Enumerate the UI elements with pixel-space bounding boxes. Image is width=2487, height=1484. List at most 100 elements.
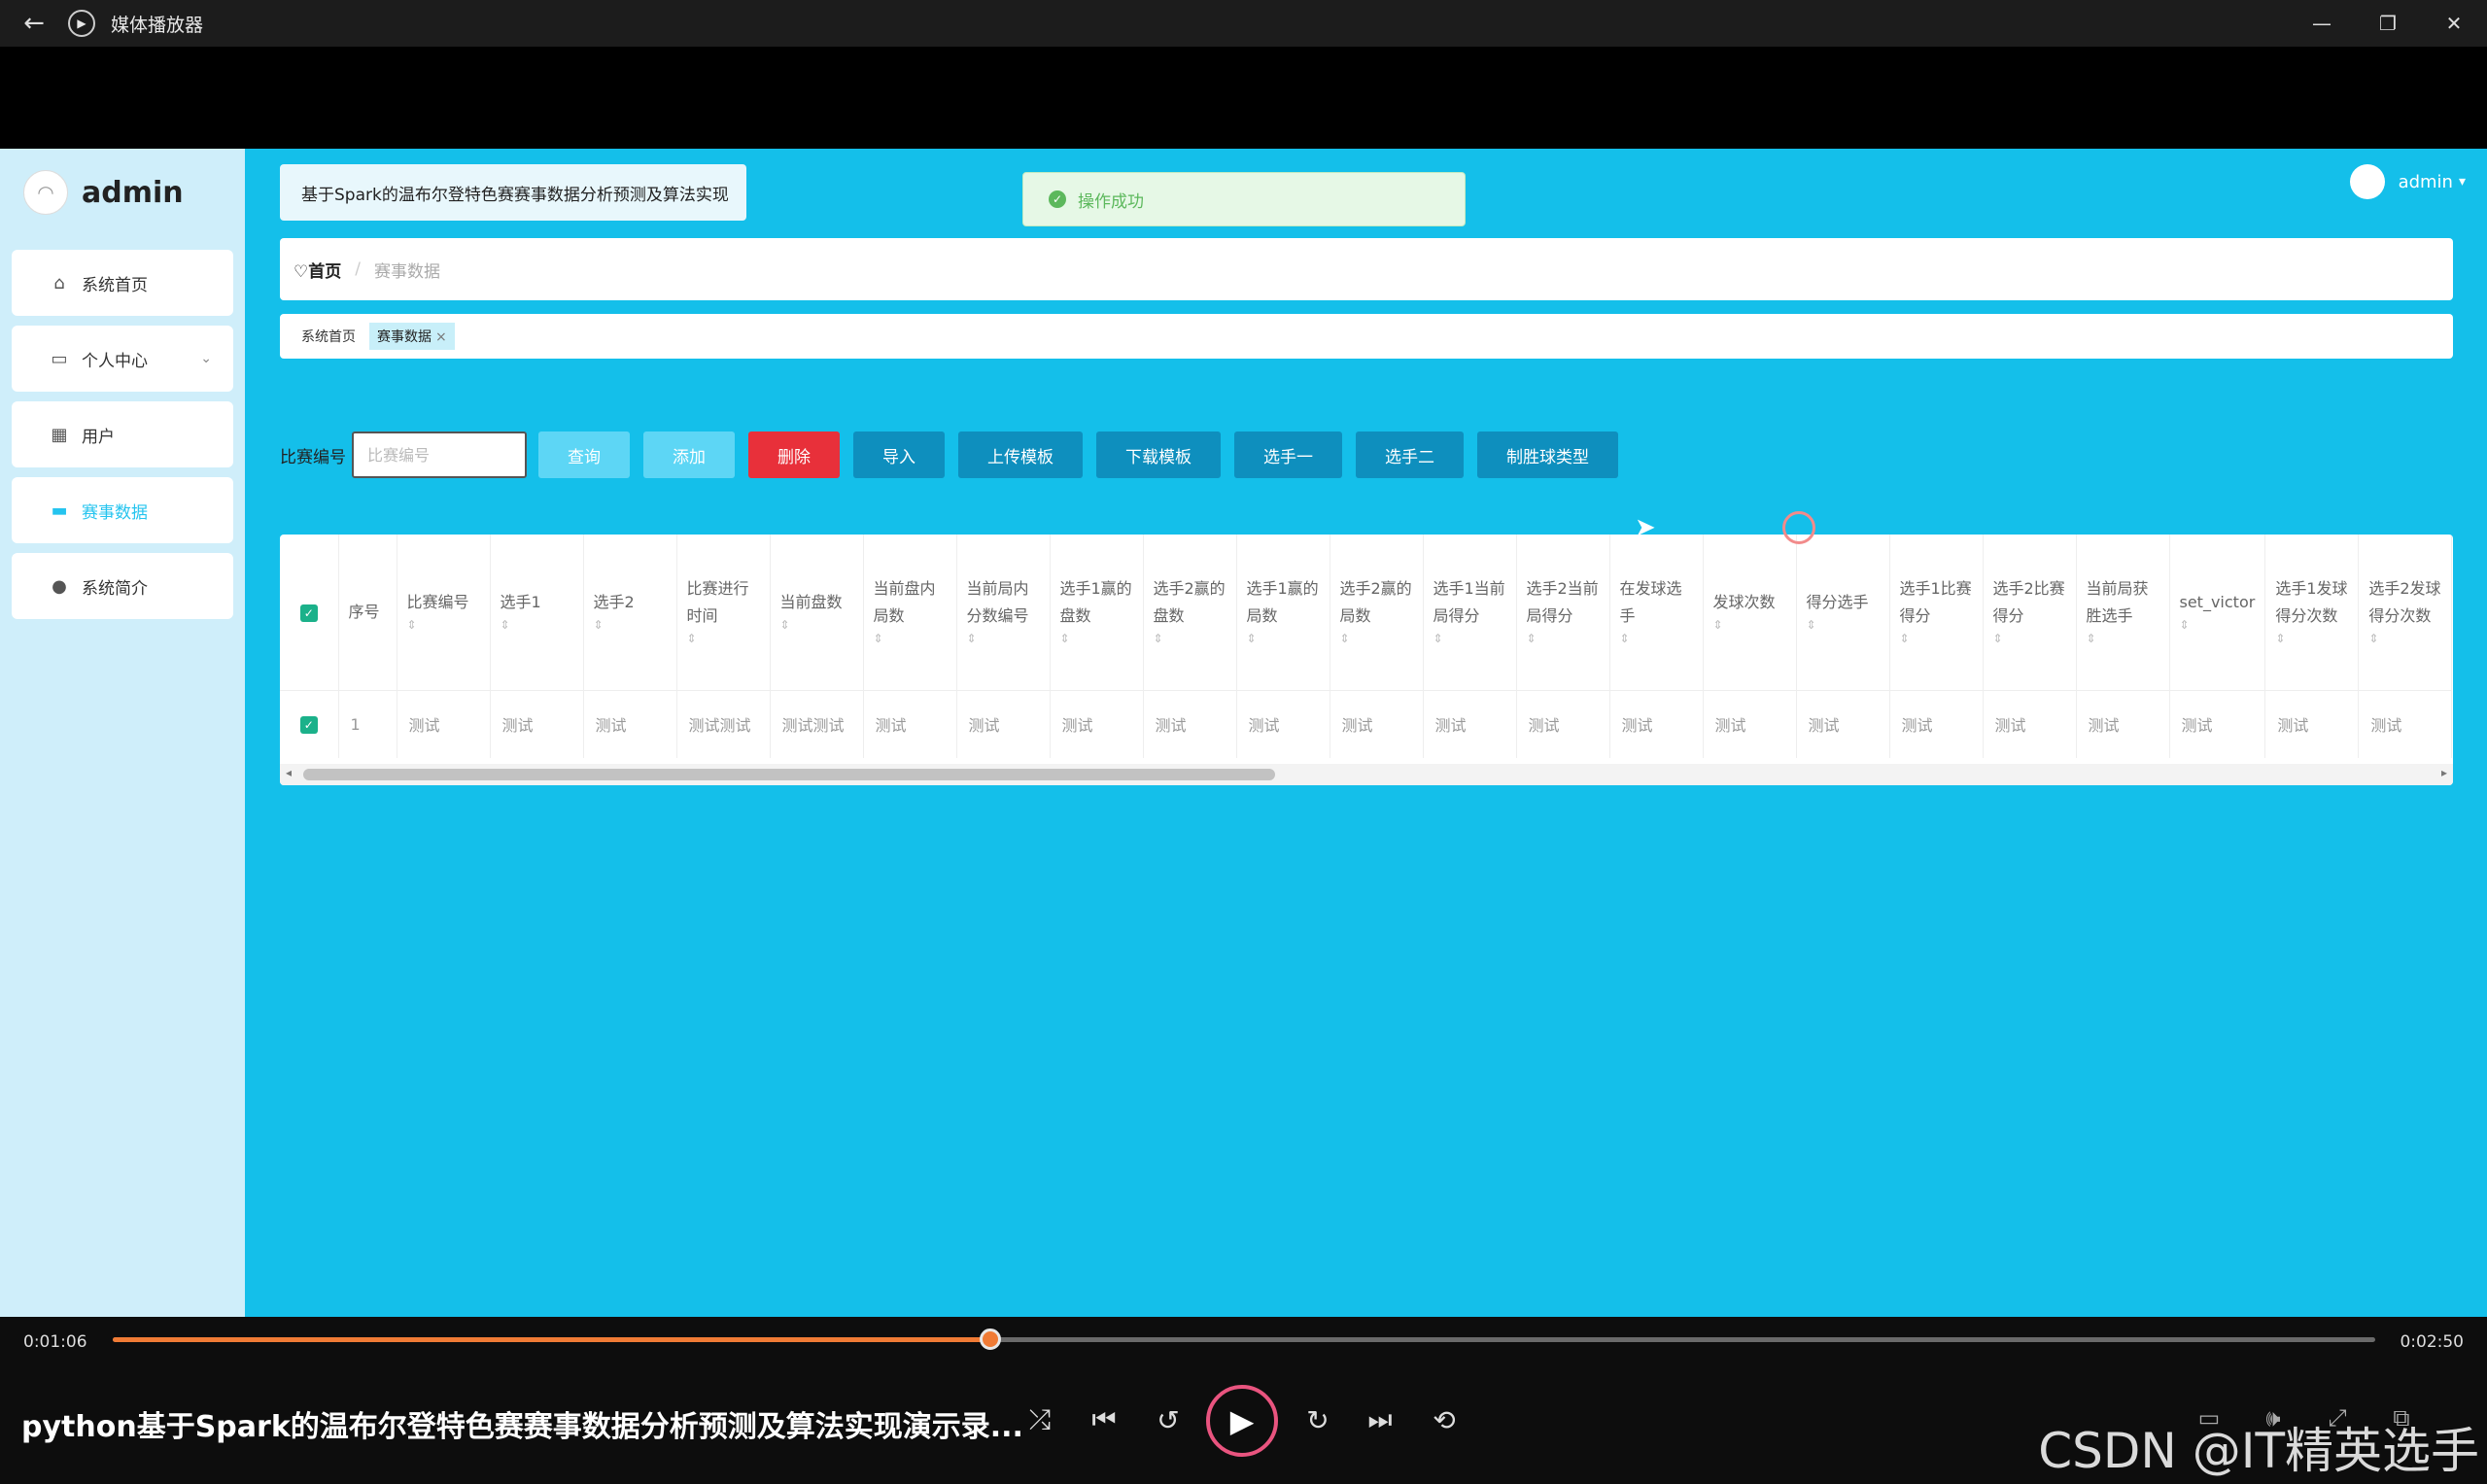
column-header[interactable]: 选手2赢的局数 ⇕ [1330, 535, 1424, 691]
column-header[interactable]: 比赛编号 ⇕ [397, 535, 491, 691]
table-cell: 测试 [863, 690, 957, 758]
sort-icon[interactable]: ⇕ [1433, 629, 1506, 648]
next-track-icon[interactable]: ⏭ [1361, 1398, 1399, 1441]
sort-icon[interactable]: ⇕ [1900, 629, 1973, 648]
grid-icon: ▦ [51, 424, 68, 445]
media-title: python基于Spark的温布尔登特色赛赛事数据分析预测及算法实现演示录... [21, 1410, 1023, 1444]
tab-close-icon[interactable]: × [435, 329, 447, 345]
sort-icon[interactable]: ⇕ [874, 629, 947, 648]
column-header[interactable]: 选手2赢的盘数 ⇕ [1143, 535, 1237, 691]
add-button[interactable]: 添加 [643, 431, 735, 478]
sort-icon[interactable]: ⇕ [2275, 629, 2348, 648]
sort-icon[interactable]: ⇕ [1713, 615, 1786, 635]
sort-icon[interactable]: ⇕ [2368, 629, 2441, 648]
previous-track-icon[interactable]: ⏮ [1085, 1398, 1123, 1441]
scroll-left-icon[interactable]: ◂ [286, 766, 292, 779]
play-button[interactable]: ▶ [1206, 1385, 1278, 1457]
sort-icon[interactable]: ⇕ [780, 615, 853, 635]
column-header[interactable]: 发球次数 ⇕ [1703, 535, 1797, 691]
table-cell: 测试 [1703, 690, 1797, 758]
seek-bar[interactable] [113, 1329, 2375, 1350]
restore-icon[interactable]: ❐ [2355, 0, 2421, 47]
sort-icon[interactable]: ⇕ [1807, 615, 1880, 635]
horizontal-scrollbar[interactable]: ◂ ▸ [280, 764, 2453, 785]
table-cell: 测试测试 [770, 690, 864, 758]
shuffle-icon[interactable]: ⤮ [1020, 1398, 1059, 1441]
sort-icon[interactable]: ⇕ [967, 629, 1040, 648]
sort-icon[interactable]: ⇕ [594, 615, 667, 635]
winner-type-button[interactable]: 制胜球类型 [1477, 431, 1618, 478]
column-header[interactable]: 当前盘内局数 ⇕ [863, 535, 957, 691]
sort-icon[interactable]: ⇕ [1154, 629, 1226, 648]
sort-icon[interactable]: ⇕ [1620, 629, 1693, 648]
media-player-controls: 0:01:06 0:02:50 python基于Spark的温布尔登特色赛赛事数… [0, 1317, 2487, 1484]
match-data-table: ✓ 序号 比赛编号 ⇕ 选手1 ⇕ 选手2 ⇕ 比赛进行时间 ⇕ 当前盘数 ⇕ 当前盘内局… [280, 535, 2453, 785]
column-header[interactable]: 选手1赢的局数 ⇕ [1236, 535, 1330, 691]
sidebar-item-profile[interactable]: ▭ 个人中心 ⌄ [12, 326, 233, 392]
back-arrow-icon[interactable]: ← [0, 9, 68, 38]
breadcrumb-home[interactable]: ♡首页 [294, 258, 341, 282]
sort-icon[interactable]: ⇕ [501, 615, 573, 635]
tab-label: 赛事数据 [377, 329, 432, 345]
repeat-icon[interactable]: ⟲ [1425, 1398, 1464, 1441]
sort-icon[interactable]: ⇕ [1060, 629, 1133, 648]
upload-template-button[interactable]: 上传模板 [958, 431, 1083, 478]
table-cell: 测试 [1983, 690, 2077, 758]
sort-icon[interactable]: ⇕ [1247, 629, 1320, 648]
sort-icon[interactable]: ⇕ [687, 629, 760, 648]
scrollbar-thumb[interactable] [303, 769, 1275, 780]
column-header[interactable]: 当前局获胜选手 ⇕ [2076, 535, 2170, 691]
checkbox-icon[interactable]: ✓ [299, 716, 318, 735]
column-header[interactable]: 比赛进行时间 ⇕ [676, 535, 771, 691]
minimize-icon[interactable]: — [2289, 0, 2355, 47]
checkbox-icon[interactable]: ✓ [299, 604, 318, 623]
column-header[interactable]: set_victor ⇕ [2169, 535, 2266, 691]
sort-icon[interactable]: ⇕ [1993, 629, 2066, 648]
column-header[interactable]: 选手1 ⇕ [490, 535, 584, 691]
sort-icon[interactable]: ⇕ [1340, 629, 1413, 648]
match-number-input[interactable] [352, 431, 527, 478]
player-two-button[interactable]: 选手二 [1356, 431, 1464, 478]
tab-match-data[interactable]: 赛事数据 × [369, 323, 455, 350]
sort-icon[interactable]: ⇕ [407, 615, 480, 635]
sort-icon[interactable]: ⇕ [1527, 629, 1600, 648]
monitor-icon: ▬ [51, 500, 68, 521]
download-template-button[interactable]: 下载模板 [1096, 431, 1221, 478]
sidebar-item-users[interactable]: ▦ 用户 [12, 401, 233, 467]
import-button[interactable]: 导入 [853, 431, 945, 478]
query-button[interactable]: 查询 [538, 431, 630, 478]
select-all-checkbox-cell[interactable]: ✓ [280, 535, 339, 691]
column-header[interactable]: 选手2发球得分次数 ⇕ [2358, 535, 2453, 691]
tab-home[interactable]: 系统首页 [301, 327, 356, 346]
sidebar-item-label: 系统首页 [82, 275, 148, 295]
table-row[interactable]: ✓ 1 测试 测试 测试 测试测试 测试测试 测试 测试 测试 测试 测试 测试… [280, 690, 2453, 758]
column-header[interactable]: 当前局内分数编号 ⇕ [956, 535, 1051, 691]
window-title-bar: ← ▶ 媒体播放器 — ❐ ✕ [0, 0, 2487, 47]
column-header[interactable]: 选手2比赛得分 ⇕ [1983, 535, 2077, 691]
column-header[interactable]: 选手1比赛得分 ⇕ [1889, 535, 1984, 691]
column-header[interactable]: 选手1赢的盘数 ⇕ [1050, 535, 1144, 691]
delete-button[interactable]: 删除 [748, 431, 840, 478]
player-one-button[interactable]: 选手一 [1234, 431, 1342, 478]
user-menu[interactable]: admin ▾ [2349, 164, 2466, 199]
sort-icon[interactable]: ⇕ [2180, 615, 2256, 635]
column-header[interactable]: 选手2当前局得分 ⇕ [1516, 535, 1610, 691]
sort-icon[interactable]: ⇕ [2087, 629, 2159, 648]
column-header[interactable]: 当前盘数 ⇕ [770, 535, 864, 691]
column-header[interactable]: 得分选手 ⇕ [1796, 535, 1890, 691]
sidebar-item-label: 赛事数据 [82, 502, 148, 523]
row-checkbox-cell[interactable]: ✓ [280, 690, 339, 758]
column-header[interactable]: 选手1当前局得分 ⇕ [1423, 535, 1517, 691]
column-header[interactable]: 选手1发球得分次数 ⇕ [2264, 535, 2360, 691]
table-cell: 测试 [2076, 690, 2170, 758]
sidebar-item-home[interactable]: ⌂ 系统首页 [12, 250, 233, 316]
column-header[interactable]: 选手2 ⇕ [583, 535, 677, 691]
skip-back-10-icon[interactable]: ↺ [1147, 1398, 1190, 1441]
scroll-right-icon[interactable]: ▸ [2441, 766, 2447, 779]
close-icon[interactable]: ✕ [2421, 0, 2487, 47]
seek-bar-handle[interactable] [980, 1329, 1002, 1350]
sidebar-item-about[interactable]: ● 系统简介 [12, 553, 233, 619]
sidebar-item-match-data[interactable]: ▬ 赛事数据 [12, 477, 233, 543]
column-header[interactable]: 在发球选手 ⇕ [1609, 535, 1704, 691]
skip-forward-30-icon[interactable]: ↻ [1296, 1398, 1339, 1441]
